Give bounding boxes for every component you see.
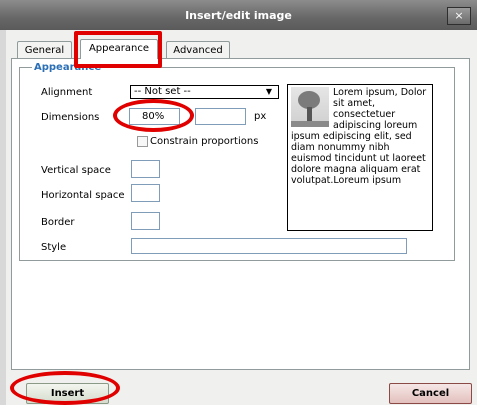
vertical-space-input[interactable] xyxy=(131,160,160,178)
dropdown-arrow-icon: ▼ xyxy=(265,87,272,96)
vertical-space-label: Vertical space xyxy=(41,165,111,176)
cancel-button[interactable]: Cancel xyxy=(389,383,472,404)
tab-general[interactable]: General xyxy=(17,41,72,59)
style-input[interactable] xyxy=(131,238,407,254)
border-label: Border xyxy=(41,217,75,228)
insert-button[interactable]: Insert xyxy=(26,383,109,404)
tab-advanced[interactable]: Advanced xyxy=(166,41,230,59)
width-input[interactable]: 80% xyxy=(129,108,180,125)
appearance-legend: Appearance xyxy=(34,62,102,73)
image-preview: Lorem ipsum, Dolor sit amet, consectetue… xyxy=(287,84,433,231)
alignment-label: Alignment xyxy=(41,87,93,98)
preview-tree-image xyxy=(291,87,329,127)
constrain-proportions-checkbox[interactable] xyxy=(137,136,148,147)
dimensions-label: Dimensions xyxy=(41,112,100,123)
constrain-proportions-label: Constrain proportions xyxy=(150,136,259,147)
height-input[interactable] xyxy=(195,108,246,125)
dialog-title: Insert/edit image xyxy=(185,9,292,22)
horizontal-space-label: Horizontal space xyxy=(41,190,125,201)
close-button[interactable]: × xyxy=(447,7,471,25)
style-label: Style xyxy=(41,242,67,253)
px-unit-label: px xyxy=(254,111,267,122)
tab-appearance[interactable]: Appearance xyxy=(80,39,158,59)
dialog-titlebar: Insert/edit image × xyxy=(0,0,477,31)
horizontal-space-input[interactable] xyxy=(131,184,160,202)
alignment-value: -- Not set -- xyxy=(134,86,191,97)
alignment-select[interactable]: -- Not set -- ▼ xyxy=(130,85,279,99)
border-input[interactable] xyxy=(131,212,160,230)
